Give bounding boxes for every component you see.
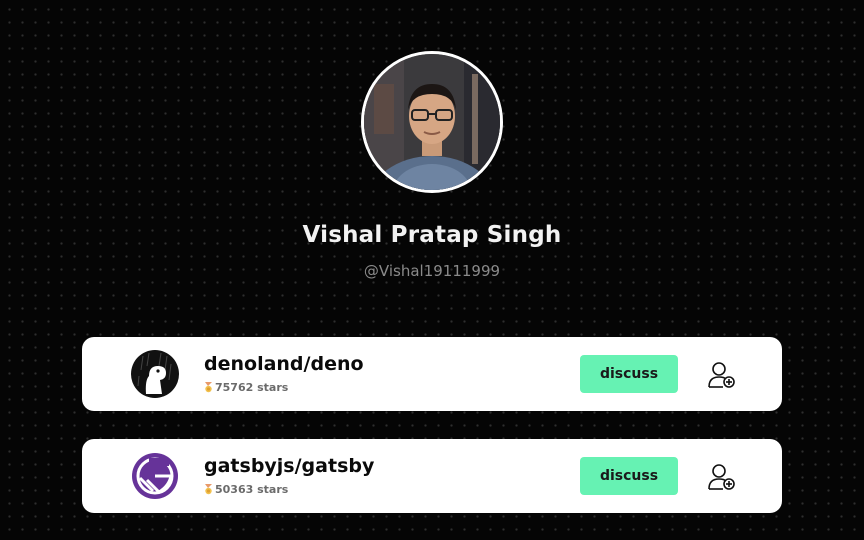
profile-name: Vishal Pratap Singh (302, 222, 562, 248)
avatar (361, 51, 503, 193)
repo-name[interactable]: gatsbyjs/gatsby (204, 455, 374, 477)
discuss-button[interactable]: discuss (580, 457, 678, 495)
gatsby-logo-icon (131, 452, 179, 500)
repo-stars: 50363 stars (204, 483, 288, 496)
add-user-icon[interactable] (707, 462, 737, 492)
user-photo-icon (364, 54, 500, 190)
repo-name[interactable]: denoland/deno (204, 353, 364, 375)
discuss-button[interactable]: discuss (580, 355, 678, 393)
repo-card: denoland/deno 75762 stars discuss (82, 337, 782, 411)
add-user-icon[interactable] (707, 360, 737, 390)
medal-icon (204, 382, 213, 393)
repo-card: gatsbyjs/gatsby 50363 stars discuss (82, 439, 782, 513)
medal-icon (204, 484, 213, 495)
deno-logo-icon (131, 350, 179, 398)
profile-handle: @Vishal19111999 (363, 262, 501, 280)
repo-stars-label: 75762 stars (215, 381, 289, 394)
repo-stars: 75762 stars (204, 381, 288, 394)
repo-stars-label: 50363 stars (215, 483, 289, 496)
